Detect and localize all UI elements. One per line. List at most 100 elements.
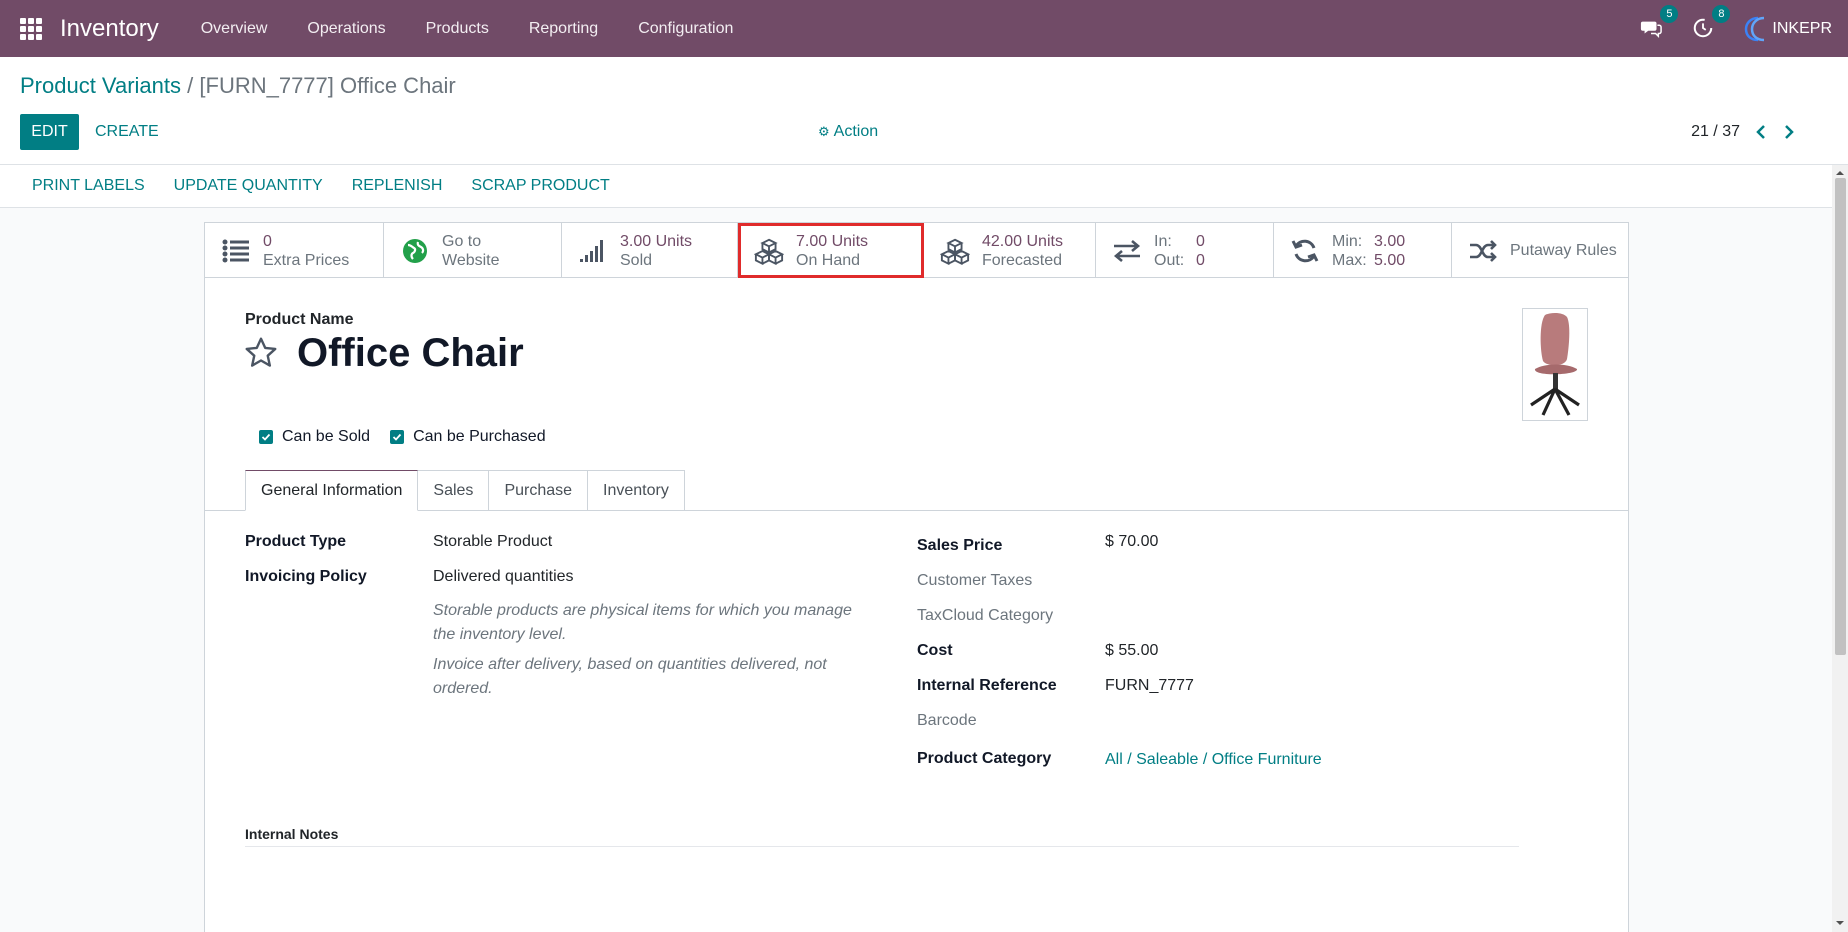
tab-general-information[interactable]: General Information [245,470,419,511]
breadcrumb-parent-link[interactable]: Product Variants [20,73,181,98]
messages-icon[interactable]: 5 [1640,4,1679,41]
company-name: INKEPR [1772,19,1832,37]
putaway-rules-smart-button[interactable]: Putaway Rules [1452,223,1628,278]
pager: 21 / 37 [1691,114,1796,150]
sales-price-label: Sales Price [917,537,1003,554]
pager-previous-icon[interactable] [1754,114,1768,150]
go-to-website-smart-button[interactable]: Go to Website [384,223,562,278]
cost-value[interactable]: $ 55.00 [1105,642,1158,660]
app-name[interactable]: Inventory [60,15,159,43]
company-logo-icon [1745,16,1765,41]
scrap-product-button[interactable]: SCRAP PRODUCT [471,177,609,195]
can-be-sold-label: Can be Sold [282,428,371,445]
print-labels-button[interactable]: PRINT LABELS [32,177,145,195]
product-name-label: Product Name [245,311,354,328]
checkmark-icon [390,430,405,444]
update-quantity-button[interactable]: UPDATE QUANTITY [174,177,323,195]
product-image[interactable] [1522,308,1588,421]
cubes-icon [754,236,784,266]
menu-operations[interactable]: Operations [287,20,405,38]
putaway-label: Putaway Rules [1510,242,1617,259]
pager-value[interactable]: 21 / 37 [1691,114,1740,150]
min-label: Min: [1332,232,1363,250]
extra-prices-value: 0 [263,232,272,250]
can-be-purchased-checkbox[interactable]: Can be Purchased [390,428,546,446]
product-type-help: Storable products are physical items for… [433,602,852,643]
create-button[interactable]: CREATE [95,114,159,150]
smart-button-box: 0 Extra Prices Go to Website 3.00 Units … [205,223,1628,278]
sold-smart-button[interactable]: 3.00 Units Sold [562,223,738,278]
internal-reference-label: Internal Reference [917,677,1057,694]
checkmark-icon [259,430,273,444]
in-value: 0 [1196,232,1205,250]
forecasted-smart-button[interactable]: 42.00 Units Forecasted [924,223,1096,278]
scrollbar-thumb[interactable] [1835,178,1846,655]
menu-products[interactable]: Products [406,20,509,38]
min-max-smart-button[interactable]: Min: 3.00 Max: 5.00 [1274,223,1452,278]
max-label: Max: [1332,251,1367,269]
product-title[interactable]: Office Chair [297,331,524,376]
barcode-label: Barcode [917,712,977,729]
pager-next-icon[interactable] [1782,114,1796,150]
forecasted-value: 42.00 Units [982,232,1063,250]
invoicing-policy-value[interactable]: Delivered quantities [433,568,574,586]
min-value: 3.00 [1374,232,1406,250]
scroll-down-arrow-icon[interactable] [1835,918,1845,928]
apps-menu-icon[interactable] [20,17,42,40]
favorite-star-icon[interactable] [243,335,281,373]
internal-notes-label: Internal Notes [245,826,339,842]
refresh-icon [1290,236,1320,266]
edit-button[interactable]: EDIT [20,114,79,150]
messages-badge: 5 [1660,4,1679,23]
product-checkboxes: Can be Sold Can be Purchased [259,428,566,446]
extra-prices-label: Extra Prices [263,251,350,269]
menu-overview[interactable]: Overview [181,20,288,38]
cost-label: Cost [917,642,953,659]
product-type-value[interactable]: Storable Product [433,533,552,551]
on-hand-smart-button[interactable]: 7.00 Units On Hand [738,223,924,278]
breadcrumb: Product Variants / [FURN_7777] Office Ch… [20,73,456,99]
top-navbar: Inventory Overview Operations Products R… [0,0,1848,57]
out-value: 0 [1196,251,1205,269]
product-category-link[interactable]: All / Saleable / Office Furniture [1105,751,1322,769]
out-label: Out: [1154,251,1185,269]
invoicing-policy-label: Invoicing Policy [245,568,367,585]
form-sheet: 0 Extra Prices Go to Website 3.00 Units … [204,222,1629,932]
form-tabs: General Information Sales Purchase Inven… [245,470,685,511]
sold-label: Sold [620,251,653,269]
signal-bars-icon [578,236,608,266]
max-value: 5.00 [1374,251,1406,269]
internal-reference-value[interactable]: FURN_7777 [1105,677,1194,695]
action-menu-button[interactable]: ⚙ Action [818,114,878,150]
replenish-button[interactable]: REPLENISH [352,177,443,195]
in-out-smart-button[interactable]: In: 0 Out: 0 [1096,223,1274,278]
company-switcher[interactable]: INKEPR [1744,16,1832,42]
product-category-label: Product Category [917,750,1052,767]
tab-sales[interactable]: Sales [418,470,490,511]
menu-reporting[interactable]: Reporting [509,20,618,38]
cubes-icon [940,236,970,266]
can-be-sold-checkbox[interactable]: Can be Sold [259,428,370,446]
extra-prices-smart-button[interactable]: 0 Extra Prices [205,223,384,278]
activities-badge: 8 [1712,4,1731,23]
sales-price-value[interactable]: $ 70.00 [1105,533,1158,551]
tab-purchase[interactable]: Purchase [489,470,589,511]
exchange-arrows-icon [1112,236,1142,266]
tab-inventory[interactable]: Inventory [588,470,685,511]
menu-configuration[interactable]: Configuration [618,20,753,38]
on-hand-label: On Hand [796,251,861,269]
scroll-up-arrow-icon[interactable] [1835,168,1845,178]
on-hand-value: 7.00 Units [796,232,869,250]
action-label: Action [833,123,879,140]
website-line1: Go to [442,232,482,250]
taxcloud-category-label: TaxCloud Category [917,607,1054,624]
random-shuffle-icon [1468,236,1498,266]
list-icon [221,236,251,266]
header-action-bar: PRINT LABELS UPDATE QUANTITY REPLENISH S… [32,165,639,207]
activities-clock-icon[interactable]: 8 [1692,4,1731,41]
forecasted-label: Forecasted [982,251,1063,269]
breadcrumb-separator: / [187,73,194,98]
internal-notes-field[interactable] [245,846,1519,847]
can-be-purchased-label: Can be Purchased [413,428,546,445]
globe-icon [400,236,430,266]
